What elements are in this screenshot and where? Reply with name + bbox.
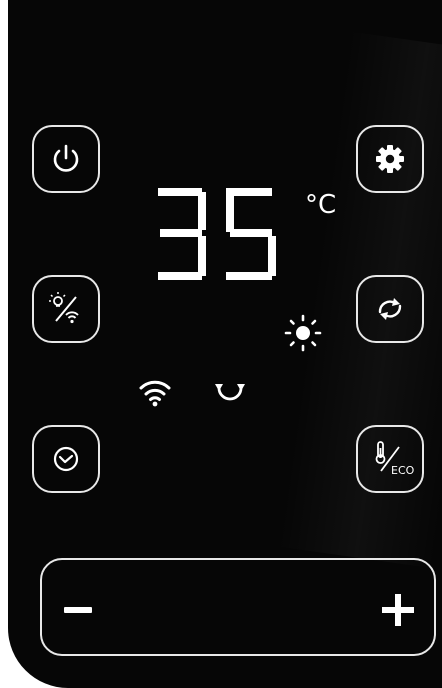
wifi-icon: [139, 380, 171, 407]
settings-button[interactable]: [356, 125, 424, 193]
eco-button[interactable]: ECO: [356, 425, 424, 493]
temperature-display: [158, 188, 276, 280]
light-wifi-button[interactable]: [32, 275, 100, 343]
mode-button[interactable]: [356, 275, 424, 343]
thermometer-eco-icon: [375, 441, 400, 472]
control-panel: ECO 35 °C: [8, 0, 442, 688]
minus-icon[interactable]: [64, 607, 92, 613]
adjust-slider-bar[interactable]: [40, 558, 436, 656]
gear-icon: [376, 145, 404, 173]
cycle-icon: [215, 384, 245, 401]
cycle-mode-icon: [378, 298, 402, 320]
light-wifi-toggle-icon: [49, 292, 79, 324]
plus-icon[interactable]: [382, 594, 414, 626]
temperature-unit: °C: [305, 190, 337, 220]
power-icon: [53, 144, 79, 172]
sun-icon: [284, 314, 322, 352]
eco-label: ECO: [391, 464, 415, 477]
timer-button[interactable]: [32, 425, 100, 493]
digit-5: [226, 188, 276, 280]
clock-icon: [53, 446, 79, 472]
power-button[interactable]: [32, 125, 100, 193]
digit-3: [158, 188, 206, 280]
